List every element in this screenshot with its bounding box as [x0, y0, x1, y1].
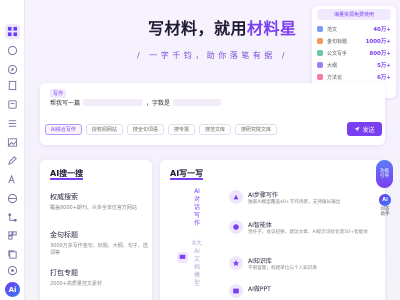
quote-icon — [317, 38, 323, 44]
compass-icon[interactable] — [7, 64, 18, 75]
search-item-topics[interactable]: 打包专题 2000+高质量范文素材 — [50, 268, 102, 288]
page-subtitle: / 一字千钧，助你落笔有据 / — [137, 51, 288, 60]
search-item-desc: 3000万多写作金句、标题、大纲、句子、选词等 — [50, 243, 148, 256]
chip-reports[interactable]: 搜专报 — [167, 124, 195, 135]
prompt-prefix: 帮我写一篇 — [50, 100, 81, 107]
promo-item: 金句标题 1000万+ — [317, 35, 391, 47]
promo-item-label: 金句标题 — [327, 38, 348, 45]
search-item-quotes[interactable]: 金句标题 3000万多写作金句、标题、大纲、句子、选词等 — [50, 230, 152, 257]
image-icon[interactable] — [7, 137, 18, 148]
mode-tag: 写作 — [50, 89, 67, 98]
search-panel-title: AI搜一搜 — [50, 169, 84, 180]
model-count-label: 8大AI文档模型 — [192, 240, 202, 287]
promo-title: 海量资源免费使用 — [317, 9, 391, 20]
chip-samples[interactable]: 搜范文库 — [198, 124, 231, 135]
agent-icon — [229, 220, 243, 234]
promo-item: 范文 40万+ — [317, 23, 391, 35]
chat-icon[interactable] — [7, 45, 18, 56]
chip-sentences[interactable]: 搜全句词语 — [126, 124, 164, 135]
send-button[interactable]: 发送 — [347, 122, 382, 136]
search-panel: AI搜一搜 权威搜索 覆盖8000+期刊、众多全单位官方网站 金句标题 3000… — [40, 160, 152, 300]
chip-ai-writing[interactable]: AI综合写作 — [45, 124, 82, 135]
promo-item-label: 大纲 — [327, 62, 338, 69]
write-item-desc: 独家AI模型覆盖40+写作场景，支持跟长输出 — [248, 200, 341, 205]
flow-icon[interactable] — [7, 212, 18, 223]
page-title-prefix: 写材料，就用 — [148, 19, 248, 38]
prompt-mid: ，字数是 — [146, 100, 171, 107]
promo-item-value: 5万+ — [377, 63, 391, 69]
app-logo[interactable]: Ai — [5, 282, 20, 297]
copy-icon[interactable] — [7, 249, 18, 260]
promo-item: 大纲 5万+ — [317, 59, 391, 71]
promo-item: 方法论 6万+ — [317, 71, 391, 83]
promo-item-value: 6万+ — [377, 75, 391, 81]
dialog-writing-label[interactable]: AI对话写作 — [192, 188, 202, 228]
list-icon[interactable] — [7, 118, 18, 129]
search-item-authority[interactable]: 权威搜索 覆盖8000+期刊、众多全单位官方网站 — [50, 192, 137, 212]
search-item-title: 打包专题 — [50, 269, 78, 277]
write-item-title: AI做PPT — [248, 286, 271, 293]
promo-item-value: 800万+ — [369, 51, 391, 57]
sidebar-rail: Ai — [0, 0, 25, 300]
assistant-label-2: 助手 — [380, 212, 390, 217]
document-icon[interactable] — [7, 80, 18, 91]
mode-chips: AI综合写作 授权阅网站 搜全句词语 搜专报 搜范文库 搜研究院文库 — [45, 124, 277, 135]
outline-icon — [317, 62, 323, 68]
write-item-desc: 不限容量，构建单位与个人知识库 — [248, 266, 317, 271]
promo-item-label: 公文写手 — [327, 50, 348, 57]
write-item-ppt[interactable]: AI做PPT — [229, 284, 378, 298]
write-item-title: AI智能体 — [248, 222, 272, 229]
promo-item-value: 1000万+ — [365, 39, 391, 45]
grid-icon[interactable] — [5, 24, 20, 39]
write-panel: AI写一写 AI对话写作 8大AI文档模型 AI步骤写作 独家AI模型覆盖40+… — [160, 160, 385, 300]
assistant-avatar: Ai — [379, 194, 391, 206]
chip-research[interactable]: 搜研究院文库 — [234, 124, 277, 135]
feature-guide-button[interactable]: 功能 引导 — [376, 160, 393, 188]
send-label: 发送 — [362, 126, 375, 134]
document-icon — [317, 26, 323, 32]
method-icon — [317, 74, 323, 80]
write-item-desc: 党纤子、会议纪要、建议文章、AI提示词优化等50+智能体 — [248, 230, 368, 235]
brand-name: 材料星 — [247, 19, 297, 38]
search-item-title: 金句标题 — [50, 231, 78, 239]
search-item-title: 权威搜索 — [50, 193, 78, 201]
write-item-title: AI步骤写作 — [248, 192, 278, 199]
chip-web[interactable]: 授权阅网站 — [85, 124, 123, 135]
prompt-template[interactable]: 帮我写一篇 ，字数是 — [50, 98, 224, 107]
write-panel-title: AI写一写 — [170, 169, 204, 180]
search-item-desc: 覆盖8000+期刊、众多全单位官方网站 — [50, 205, 137, 211]
pen-icon — [317, 50, 323, 56]
grid-small-icon[interactable] — [7, 230, 18, 241]
promo-item-label: 范文 — [327, 26, 338, 33]
write-item-steps[interactable]: AI步骤写作 独家AI模型覆盖40+写作场景，支持跟长输出 — [229, 190, 378, 206]
support-icon[interactable] — [7, 265, 18, 276]
write-item-agents[interactable]: AI智能体 党纤子、会议纪要、建议文章、AI提示词优化等50+智能体 — [229, 220, 378, 236]
knowledge-icon — [229, 256, 243, 270]
feature-guide-label-2: 引导 — [380, 174, 389, 179]
steps-icon — [229, 190, 243, 204]
promo-item-label: 方法论 — [327, 74, 343, 81]
prompt-composer[interactable]: 写作 帮我写一篇 ，字数是 AI综合写作 授权阅网站 搜全句词语 搜专报 搜范文… — [40, 83, 385, 145]
ppt-icon — [229, 284, 243, 298]
pen-icon[interactable] — [7, 155, 18, 166]
search-item-desc: 2000+高质量范文素材 — [50, 281, 102, 287]
topic-slot-input[interactable] — [83, 99, 144, 106]
write-item-knowledge[interactable]: AI知识库 不限容量，构建单位与个人知识库 — [229, 256, 378, 272]
page-title: 写材料，就用材料星 — [148, 15, 297, 39]
chat-tile-icon[interactable] — [177, 252, 188, 263]
book-icon[interactable] — [7, 99, 18, 110]
promo-item-value: 40万+ — [373, 27, 391, 33]
promo-item: 公文写手 800万+ — [317, 47, 391, 59]
write-item-title: AI知识库 — [248, 258, 272, 265]
globe-icon[interactable] — [7, 193, 18, 204]
assistant-button[interactable]: Ai 问答 助手 — [377, 194, 393, 222]
send-icon — [355, 126, 360, 132]
text-icon[interactable] — [7, 174, 18, 185]
wordcount-slot-input[interactable] — [173, 99, 222, 106]
